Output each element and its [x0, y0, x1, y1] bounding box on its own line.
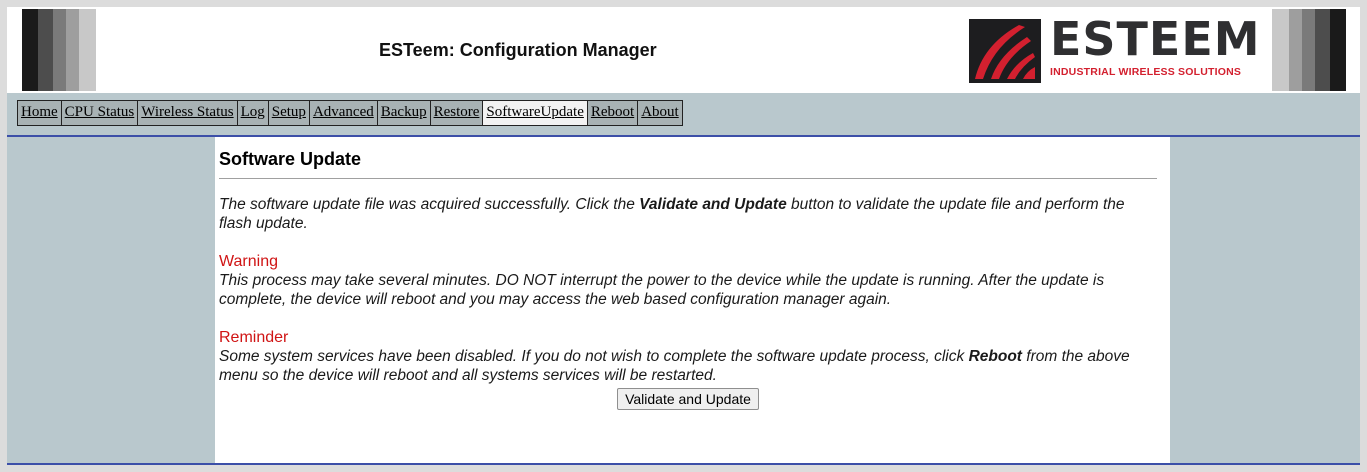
nav-setup[interactable]: Setup	[268, 101, 310, 125]
logo-tagline: INDUSTRIAL WIRELESS SOLUTIONS	[1050, 66, 1242, 78]
nav-about[interactable]: About	[638, 101, 683, 125]
intro-text-bold: Validate and Update	[639, 196, 787, 213]
logo-wordmark: ESTEEM	[1050, 12, 1261, 66]
bottom-divider-line	[7, 463, 1360, 465]
content-panel: Software Update The software update file…	[215, 137, 1170, 463]
title-divider	[219, 178, 1157, 179]
nav-advanced[interactable]: Advanced	[309, 101, 378, 125]
app-title: ESTeem: Configuration Manager	[379, 40, 657, 60]
left-stripes-decoration	[22, 9, 96, 91]
main-nav-bar: Home CPU Status Wireless Status Log Setu…	[17, 100, 683, 126]
warning-text: This process may take several minutes. D…	[219, 272, 1105, 308]
reminder-text-bold: Reboot	[968, 348, 1022, 365]
nav-wireless-status[interactable]: Wireless Status	[138, 101, 238, 125]
intro-text-start: The software update file was acquired su…	[219, 196, 640, 213]
nav-software-update[interactable]: SoftwareUpdate	[483, 101, 588, 125]
reminder-label: Reminder	[219, 329, 289, 346]
nav-reboot[interactable]: Reboot	[587, 101, 639, 125]
intro-paragraph: The software update file was acquired su…	[219, 195, 1157, 233]
nav-restore[interactable]: Restore	[430, 101, 484, 125]
nav-cpu-status[interactable]: CPU Status	[61, 101, 139, 125]
warning-label: Warning	[219, 253, 278, 270]
validate-and-update-button[interactable]: Validate and Update	[617, 388, 759, 410]
nav-home[interactable]: Home	[18, 101, 62, 125]
header-banner: ESTeem: Configuration Manager ESTEEM IND…	[7, 7, 1360, 93]
page-frame: ESTeem: Configuration Manager ESTEEM IND…	[7, 7, 1360, 465]
right-stripes-decoration	[1272, 9, 1346, 91]
esteem-logo-icon	[969, 19, 1041, 83]
page-title: Software Update	[219, 149, 362, 169]
button-row: Validate and Update	[219, 388, 1157, 410]
nav-backup[interactable]: Backup	[377, 101, 431, 125]
reminder-text-start: Some system services have been disabled.…	[219, 348, 969, 365]
nav-log[interactable]: Log	[237, 101, 269, 125]
reminder-paragraph: Some system services have been disabled.…	[219, 347, 1157, 385]
